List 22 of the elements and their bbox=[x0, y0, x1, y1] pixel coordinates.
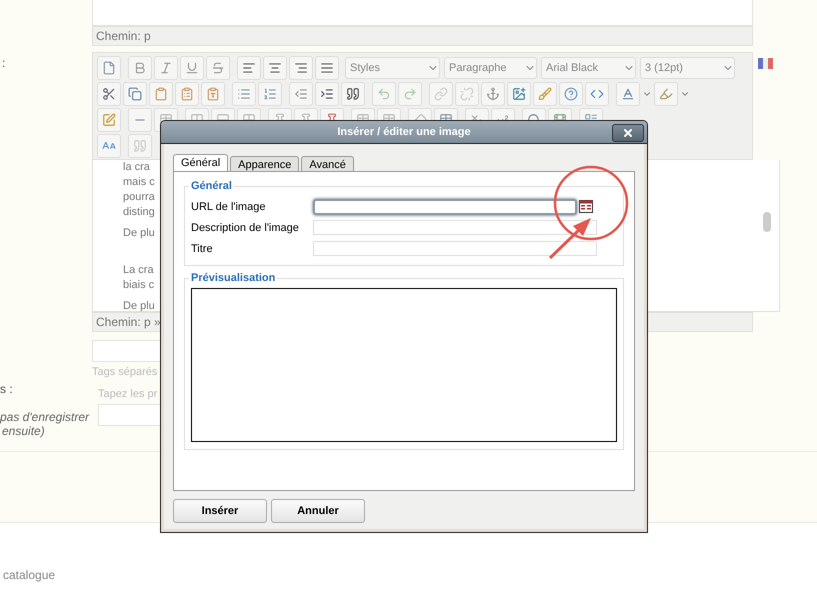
text-line: De plu bbox=[123, 226, 156, 241]
group-legend: Général bbox=[189, 180, 234, 192]
hint-text: Tapez les pr bbox=[98, 387, 158, 402]
text-line: mais c bbox=[123, 175, 156, 190]
field-label: URL de l'image bbox=[191, 200, 266, 212]
footer-text: catalogue bbox=[2, 567, 56, 582]
text-line: biais c bbox=[123, 278, 156, 293]
field-label: : bbox=[1, 55, 6, 72]
note-text: ensuite) bbox=[1, 424, 46, 438]
text-line: De plu bbox=[123, 299, 156, 314]
text-line: disting bbox=[123, 205, 156, 220]
field-label: Titre bbox=[191, 242, 214, 254]
field-label: s : bbox=[0, 382, 14, 396]
dialog-title: Insérer / éditer une image bbox=[337, 126, 471, 138]
field-label: Description de l'image bbox=[191, 222, 300, 234]
text-line: la cra bbox=[123, 160, 151, 175]
note-text: pas d'enregistrer bbox=[0, 410, 90, 424]
text-line: La cra bbox=[123, 263, 155, 278]
path-bar: Chemin: p bbox=[92, 26, 753, 46]
hint-text: Tags séparés bbox=[92, 365, 158, 378]
text-line: pourra bbox=[123, 190, 156, 205]
group-legend: Prévisualisation bbox=[189, 272, 278, 284]
